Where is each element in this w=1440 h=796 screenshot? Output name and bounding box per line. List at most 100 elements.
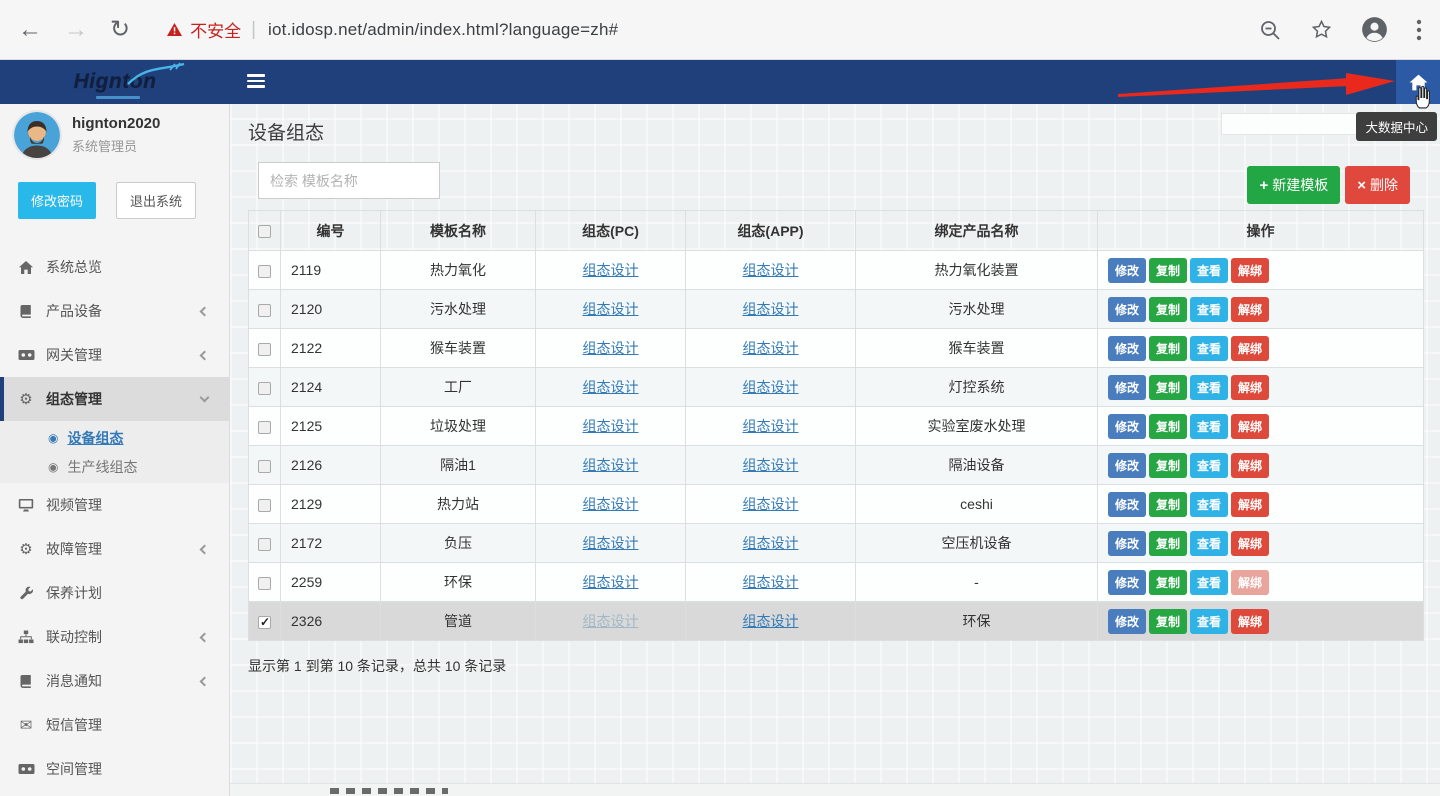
sidebar-item[interactable]: 消息通知 bbox=[0, 659, 229, 703]
unbind-button[interactable]: 解绑 bbox=[1231, 297, 1269, 322]
row-checkbox[interactable] bbox=[258, 538, 271, 551]
sidebar-item[interactable]: ✉ 短信管理 bbox=[0, 703, 229, 747]
app-design-link[interactable]: 组态设计 bbox=[743, 418, 799, 434]
app-design-link[interactable]: 组态设计 bbox=[743, 301, 799, 317]
home-button[interactable] bbox=[1396, 60, 1440, 104]
view-button[interactable]: 查看 bbox=[1190, 492, 1228, 517]
view-button[interactable]: 查看 bbox=[1190, 258, 1228, 283]
change-password-button[interactable]: 修改密码 bbox=[18, 182, 96, 219]
view-button[interactable]: 查看 bbox=[1190, 336, 1228, 361]
view-button[interactable]: 查看 bbox=[1190, 414, 1228, 439]
edit-button[interactable]: 修改 bbox=[1108, 492, 1146, 517]
unbind-button[interactable]: 解绑 bbox=[1231, 531, 1269, 556]
app-design-link[interactable]: 组态设计 bbox=[743, 535, 799, 551]
unbind-button[interactable]: 解绑 bbox=[1231, 336, 1269, 361]
app-design-link[interactable]: 组态设计 bbox=[743, 613, 799, 629]
view-button[interactable]: 查看 bbox=[1190, 570, 1228, 595]
unbind-button[interactable]: 解绑 bbox=[1231, 492, 1269, 517]
copy-button[interactable]: 复制 bbox=[1149, 609, 1187, 634]
app-design-link[interactable]: 组态设计 bbox=[743, 262, 799, 278]
copy-button[interactable]: 复制 bbox=[1149, 297, 1187, 322]
row-checkbox[interactable] bbox=[258, 304, 271, 317]
unbind-button[interactable]: 解绑 bbox=[1231, 375, 1269, 400]
view-button[interactable]: 查看 bbox=[1190, 453, 1228, 478]
view-button[interactable]: 查看 bbox=[1190, 375, 1228, 400]
reload-button[interactable]: ↻ bbox=[110, 18, 130, 42]
pc-design-link[interactable]: 组态设计 bbox=[583, 574, 639, 590]
unbind-button[interactable]: 解绑 bbox=[1231, 258, 1269, 283]
delete-button[interactable]: × 删除 bbox=[1345, 166, 1410, 204]
unbind-button[interactable]: 解绑 bbox=[1231, 453, 1269, 478]
app-design-link[interactable]: 组态设计 bbox=[743, 340, 799, 356]
view-button[interactable]: 查看 bbox=[1190, 609, 1228, 634]
row-checkbox[interactable] bbox=[258, 616, 271, 629]
pc-design-link[interactable]: 组态设计 bbox=[583, 340, 639, 356]
zoom-out-icon[interactable] bbox=[1258, 18, 1282, 42]
sidebar-item[interactable]: 视频管理 bbox=[0, 483, 229, 527]
hamburger-menu-button[interactable] bbox=[247, 74, 265, 89]
forward-button[interactable]: → bbox=[64, 18, 88, 42]
pc-design-link[interactable]: 组态设计 bbox=[583, 418, 639, 434]
edit-button[interactable]: 修改 bbox=[1108, 453, 1146, 478]
app-design-link[interactable]: 组态设计 bbox=[743, 379, 799, 395]
copy-button[interactable]: 复制 bbox=[1149, 492, 1187, 517]
sidebar-item[interactable]: 系统总览 bbox=[0, 245, 229, 289]
row-checkbox[interactable] bbox=[258, 499, 271, 512]
app-design-link[interactable]: 组态设计 bbox=[743, 496, 799, 512]
sidebar-item[interactable]: 产品设备 bbox=[0, 289, 229, 333]
pc-design-link[interactable]: 组态设计 bbox=[583, 457, 639, 473]
pc-design-link[interactable]: 组态设计 bbox=[583, 535, 639, 551]
copy-button[interactable]: 复制 bbox=[1149, 258, 1187, 283]
sidebar-item[interactable]: ⚙ 组态管理 bbox=[0, 377, 229, 421]
edit-button[interactable]: 修改 bbox=[1108, 297, 1146, 322]
pc-design-link[interactable]: 组态设计 bbox=[583, 262, 639, 278]
edit-button[interactable]: 修改 bbox=[1108, 531, 1146, 556]
copy-button[interactable]: 复制 bbox=[1149, 336, 1187, 361]
copy-button[interactable]: 复制 bbox=[1149, 570, 1187, 595]
unbind-button[interactable]: 解绑 bbox=[1231, 570, 1269, 595]
row-checkbox[interactable] bbox=[258, 265, 271, 278]
sidebar-item[interactable]: ⚙ 故障管理 bbox=[0, 527, 229, 571]
view-button[interactable]: 查看 bbox=[1190, 297, 1228, 322]
sidebar-item[interactable]: 保养计划 bbox=[0, 571, 229, 615]
sidebar-item[interactable]: 网关管理 bbox=[0, 333, 229, 377]
pc-design-link[interactable]: 组态设计 bbox=[583, 301, 639, 317]
row-checkbox[interactable] bbox=[258, 421, 271, 434]
row-checkbox[interactable] bbox=[258, 343, 271, 356]
edit-button[interactable]: 修改 bbox=[1108, 336, 1146, 361]
row-checkbox[interactable] bbox=[258, 577, 271, 590]
template-search-input[interactable] bbox=[258, 162, 440, 199]
address-bar[interactable]: 不安全 | iot.idosp.net/admin/index.html?lan… bbox=[166, 17, 618, 42]
copy-button[interactable]: 复制 bbox=[1149, 414, 1187, 439]
view-button[interactable]: 查看 bbox=[1190, 531, 1228, 556]
logout-button[interactable]: 退出系统 bbox=[116, 182, 196, 219]
unbind-button[interactable]: 解绑 bbox=[1231, 609, 1269, 634]
unbind-button[interactable]: 解绑 bbox=[1231, 414, 1269, 439]
select-all-checkbox[interactable] bbox=[258, 225, 271, 238]
edit-button[interactable]: 修改 bbox=[1108, 258, 1146, 283]
edit-button[interactable]: 修改 bbox=[1108, 414, 1146, 439]
new-template-button[interactable]: + 新建模板 bbox=[1247, 166, 1340, 204]
pc-design-link[interactable]: 组态设计 bbox=[583, 613, 639, 629]
sidebar-item[interactable]: 空间管理 bbox=[0, 747, 229, 791]
row-checkbox[interactable] bbox=[258, 382, 271, 395]
sidebar-sub-item[interactable]: ◉ 设备组态 bbox=[0, 423, 229, 452]
back-button[interactable]: ← bbox=[18, 18, 42, 42]
bookmark-star-icon[interactable] bbox=[1310, 18, 1333, 41]
edit-button[interactable]: 修改 bbox=[1108, 609, 1146, 634]
sidebar-sub-item[interactable]: ◉ 生产线组态 bbox=[0, 452, 229, 481]
row-checkbox[interactable] bbox=[258, 460, 271, 473]
copy-button[interactable]: 复制 bbox=[1149, 375, 1187, 400]
app-design-link[interactable]: 组态设计 bbox=[743, 574, 799, 590]
edit-button[interactable]: 修改 bbox=[1108, 570, 1146, 595]
pc-design-link[interactable]: 组态设计 bbox=[583, 379, 639, 395]
edit-button[interactable]: 修改 bbox=[1108, 375, 1146, 400]
topbar-input[interactable] bbox=[1221, 113, 1366, 135]
profile-avatar-icon[interactable] bbox=[1361, 16, 1388, 43]
sidebar-item[interactable]: 联动控制 bbox=[0, 615, 229, 659]
app-design-link[interactable]: 组态设计 bbox=[743, 457, 799, 473]
copy-button[interactable]: 复制 bbox=[1149, 453, 1187, 478]
copy-button[interactable]: 复制 bbox=[1149, 531, 1187, 556]
pc-design-link[interactable]: 组态设计 bbox=[583, 496, 639, 512]
browser-menu-icon[interactable] bbox=[1416, 19, 1422, 41]
